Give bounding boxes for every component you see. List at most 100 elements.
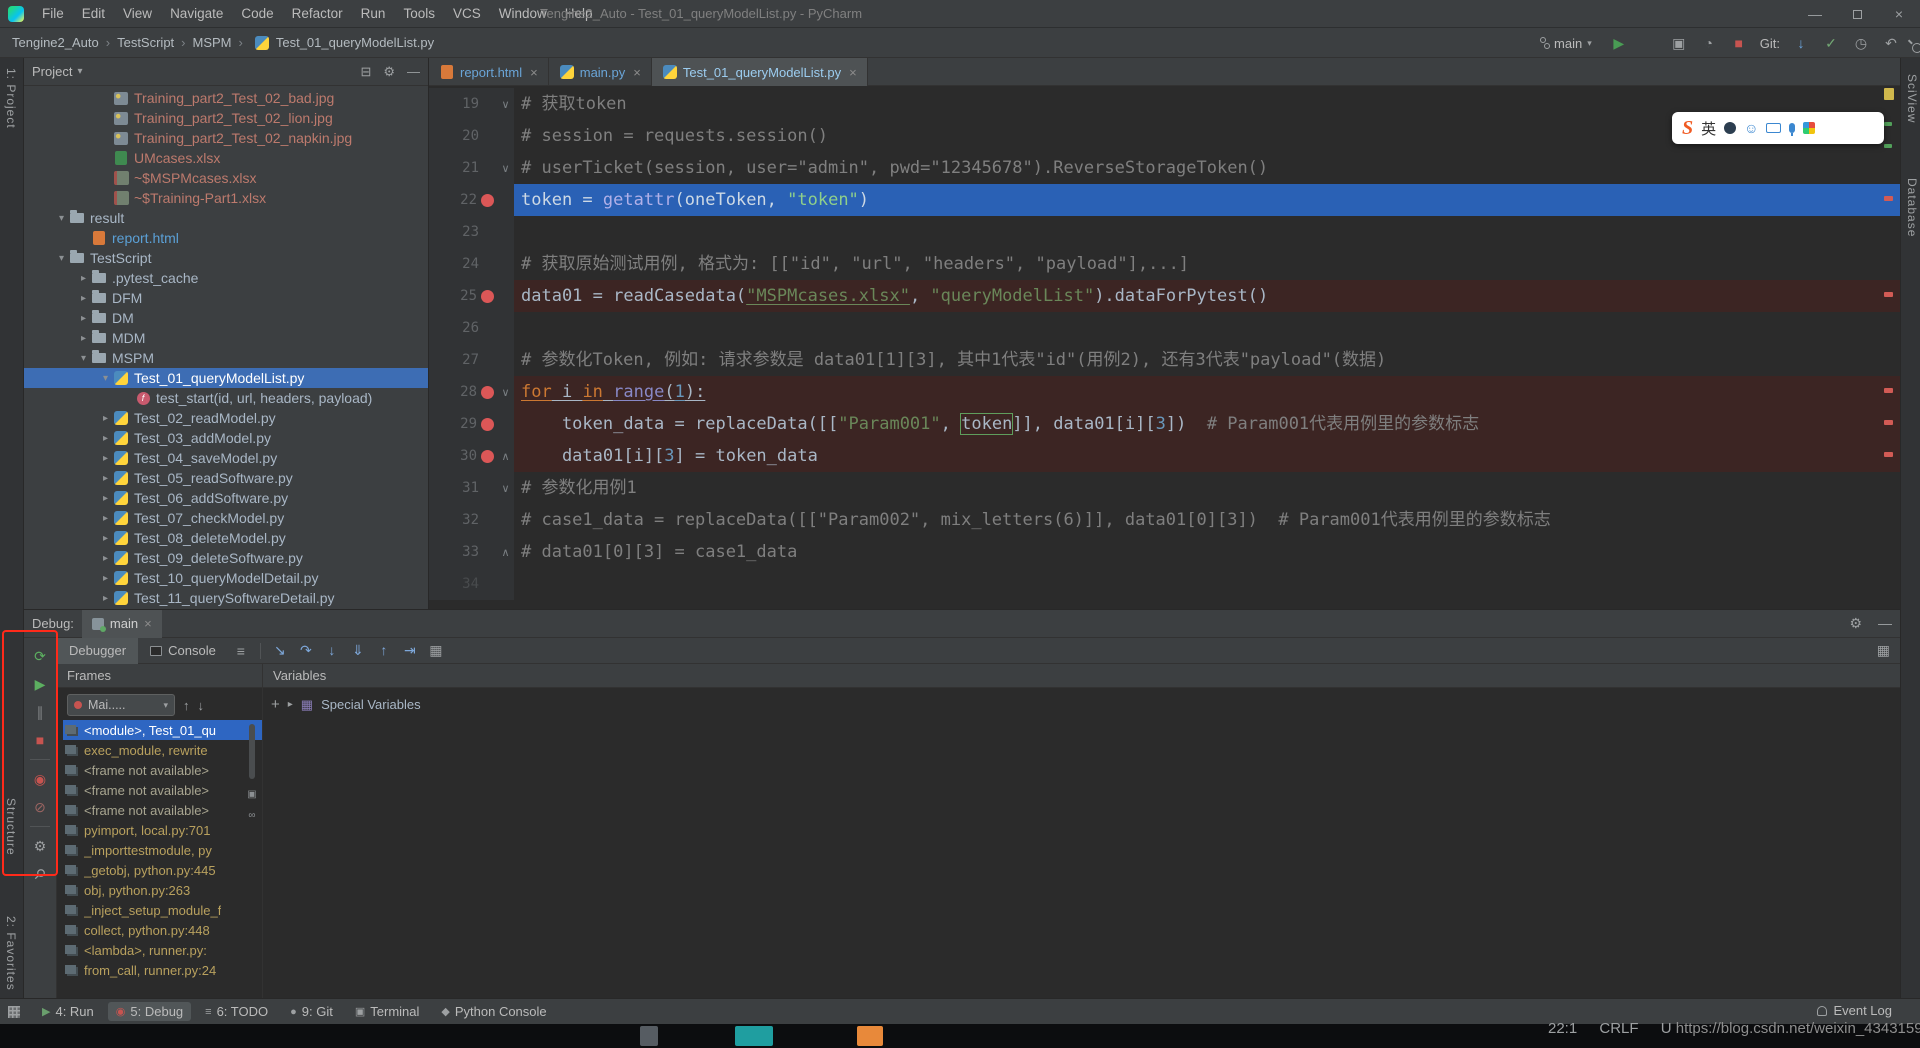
breadcrumb-item[interactable]: Tengine2_Auto bbox=[10, 35, 101, 50]
code-line[interactable]: 28 ∨ for i in range(1): bbox=[429, 376, 1900, 408]
coverage-button[interactable]: ▣ bbox=[1670, 35, 1688, 52]
frame-row[interactable]: _importtestmodule, py bbox=[63, 840, 262, 860]
step-into-my-code-icon[interactable]: ⇓ bbox=[345, 642, 371, 659]
fold-icon[interactable]: ∨ bbox=[498, 482, 513, 495]
frame-row[interactable]: <frame not available> bbox=[63, 780, 262, 800]
tool-button-favorites[interactable]: 2: Favorites bbox=[4, 916, 18, 991]
step-into-icon[interactable]: ↓ bbox=[319, 642, 345, 659]
gutter[interactable]: 22 bbox=[429, 184, 514, 216]
tree-item[interactable]: ▸ Test_11_querySoftwareDetail.py bbox=[24, 588, 428, 608]
tab-close-icon[interactable]: × bbox=[530, 65, 538, 80]
tree-toggle-icon[interactable]: ▸ bbox=[98, 573, 113, 584]
tool-button-sciview[interactable]: SciView bbox=[1905, 74, 1919, 123]
hide-panel-icon[interactable]: — bbox=[1878, 615, 1892, 632]
gutter[interactable]: 29 bbox=[429, 408, 514, 440]
ime-language-mode[interactable]: 英 bbox=[1701, 118, 1716, 139]
frames-scrollbar[interactable]: ▣ ∞ bbox=[244, 724, 260, 821]
breadcrumb-item[interactable]: TestScript bbox=[115, 35, 176, 50]
tree-item[interactable]: Training_part2_Test_02_napkin.jpg bbox=[24, 128, 428, 148]
copy-frames-icon[interactable]: ▣ bbox=[247, 789, 256, 800]
evaluate-icon[interactable]: ▦ bbox=[423, 642, 449, 659]
status-button-terminal[interactable]: ▣ Terminal bbox=[347, 1002, 428, 1021]
frame-row[interactable]: <module>, Test_01_qu bbox=[63, 720, 262, 740]
tab-report.html[interactable]: report.html × bbox=[429, 58, 549, 86]
breakpoint-icon[interactable] bbox=[481, 289, 494, 303]
tree-item[interactable]: ~$Training-Part1.xlsx bbox=[24, 188, 428, 208]
tree-item[interactable]: ▸ Test_10_queryModelDetail.py bbox=[24, 568, 428, 588]
breakpoint-icon[interactable] bbox=[481, 193, 494, 207]
tree-toggle-icon[interactable]: ▸ bbox=[76, 273, 91, 284]
tree-item[interactable]: ▸ Test_04_saveModel.py bbox=[24, 448, 428, 468]
status-button-python[interactable]: ◆ Python Console bbox=[433, 1002, 554, 1021]
breakpoint-icon[interactable] bbox=[481, 385, 494, 399]
code-line[interactable]: 26 bbox=[429, 312, 1900, 344]
close-icon[interactable]: × bbox=[144, 616, 152, 631]
menu-tools[interactable]: Tools bbox=[394, 0, 444, 28]
profiler-button[interactable]: ◔ bbox=[1700, 35, 1718, 51]
history-button[interactable]: ◷ bbox=[1852, 35, 1870, 52]
tree-item[interactable]: ▸ MDM bbox=[24, 328, 428, 348]
special-variables-row[interactable]: + ▸ ▦ Special Variables bbox=[263, 688, 1900, 713]
gutter[interactable]: 25 bbox=[429, 280, 514, 312]
frame-row[interactable]: exec_module, rewrite bbox=[63, 740, 262, 760]
tree-item[interactable]: ▸ .pytest_cache bbox=[24, 268, 428, 288]
fold-icon[interactable]: ∧ bbox=[498, 546, 513, 559]
gutter[interactable]: 24 bbox=[429, 248, 514, 280]
tool-window-switcher-icon[interactable] bbox=[8, 1005, 20, 1018]
layout-menu-icon[interactable]: ≡ bbox=[228, 643, 254, 659]
error-stripe[interactable] bbox=[1882, 86, 1898, 609]
frame-row[interactable]: _getobj, python.py:445 bbox=[63, 860, 262, 880]
add-watch-icon[interactable]: + bbox=[271, 696, 280, 713]
breadcrumb-item[interactable]: MSPM bbox=[191, 35, 234, 50]
microphone-icon[interactable] bbox=[1789, 123, 1796, 136]
next-frame-icon[interactable]: ↓ bbox=[198, 698, 205, 713]
gutter[interactable]: 30 ∧ bbox=[429, 440, 514, 472]
taskbar-app[interactable] bbox=[640, 1026, 658, 1046]
code-line[interactable]: 23 bbox=[429, 216, 1900, 248]
frame-row[interactable]: collect, python.py:448 bbox=[63, 920, 262, 940]
code-line[interactable]: 25 data01 = readCasedata("MSPMcases.xlsx"… bbox=[429, 280, 1900, 312]
run-button[interactable]: ▶ bbox=[1610, 35, 1628, 52]
collapse-all-icon[interactable]: ⊟ bbox=[360, 64, 371, 80]
tree-item[interactable]: ▾ MSPM bbox=[24, 348, 428, 368]
menu-navigate[interactable]: Navigate bbox=[161, 0, 232, 28]
gutter[interactable]: 21 ∨ bbox=[429, 152, 514, 184]
code-line[interactable]: 32 # case1_data = replaceData([["Param002… bbox=[429, 504, 1900, 536]
tree-item[interactable]: ▸ Test_07_checkModel.py bbox=[24, 508, 428, 528]
tab-close-icon[interactable]: × bbox=[849, 65, 857, 80]
tree-toggle-icon[interactable]: ▸ bbox=[98, 453, 113, 464]
tree-item[interactable]: ▸ Test_03_addModel.py bbox=[24, 428, 428, 448]
chevron-down-icon[interactable]: ▾ bbox=[77, 66, 82, 77]
tree-item[interactable]: ▸ DFM bbox=[24, 288, 428, 308]
maximize-button[interactable] bbox=[1836, 0, 1878, 28]
tree-toggle-icon[interactable]: ▸ bbox=[76, 313, 91, 324]
tree-item[interactable]: Training_part2_Test_02_lion.jpg bbox=[24, 108, 428, 128]
gutter[interactable]: 26 bbox=[429, 312, 514, 344]
tree-item[interactable]: Training_part2_Test_02_bad.jpg bbox=[24, 88, 428, 108]
git-branch-selector[interactable]: main ▾ bbox=[1534, 34, 1598, 53]
gutter[interactable]: 33 ∧ bbox=[429, 536, 514, 568]
sogou-logo-icon[interactable]: S bbox=[1682, 117, 1693, 140]
tree-toggle-icon[interactable]: ▾ bbox=[54, 253, 69, 264]
tree-item[interactable]: test_start(id, url, headers, payload) bbox=[24, 388, 428, 408]
scrollbar-thumb[interactable] bbox=[249, 724, 255, 779]
code-line[interactable]: 22 token = getattr(oneToken, "token") bbox=[429, 184, 1900, 216]
breakpoint-icon[interactable] bbox=[481, 449, 494, 463]
tree-toggle-icon[interactable]: ▸ bbox=[76, 293, 91, 304]
status-button-todo[interactable]: ≡ 6: TODO bbox=[197, 1002, 276, 1021]
code-line[interactable]: 31 ∨ # 参数化用例1 bbox=[429, 472, 1900, 504]
code-line[interactable]: 27 # 参数化Token, 例如: 请求参数是 data01[1][3], 其中… bbox=[429, 344, 1900, 376]
line-separator[interactable]: CRLF bbox=[1599, 1020, 1638, 1037]
caret-position[interactable]: 22:1 bbox=[1548, 1020, 1577, 1037]
restore-layout-icon[interactable]: ▦ bbox=[1877, 642, 1890, 659]
thread-selector[interactable]: Mai..... ▾ bbox=[67, 694, 175, 716]
code-line[interactable]: 24 # 获取原始测试用例, 格式为: [["id", "url", "heade… bbox=[429, 248, 1900, 280]
frame-row[interactable]: obj, python.py:263 bbox=[63, 880, 262, 900]
frame-row[interactable]: <lambda>, runner.py: bbox=[63, 940, 262, 960]
tree-toggle-icon[interactable]: ▸ bbox=[98, 513, 113, 524]
fold-icon[interactable]: ∨ bbox=[498, 386, 513, 399]
gutter[interactable]: 27 bbox=[429, 344, 514, 376]
menu-file[interactable]: File bbox=[33, 0, 73, 28]
update-project-button[interactable]: ↓ bbox=[1792, 35, 1810, 51]
event-log-button[interactable]: Event Log bbox=[1817, 1003, 1892, 1018]
